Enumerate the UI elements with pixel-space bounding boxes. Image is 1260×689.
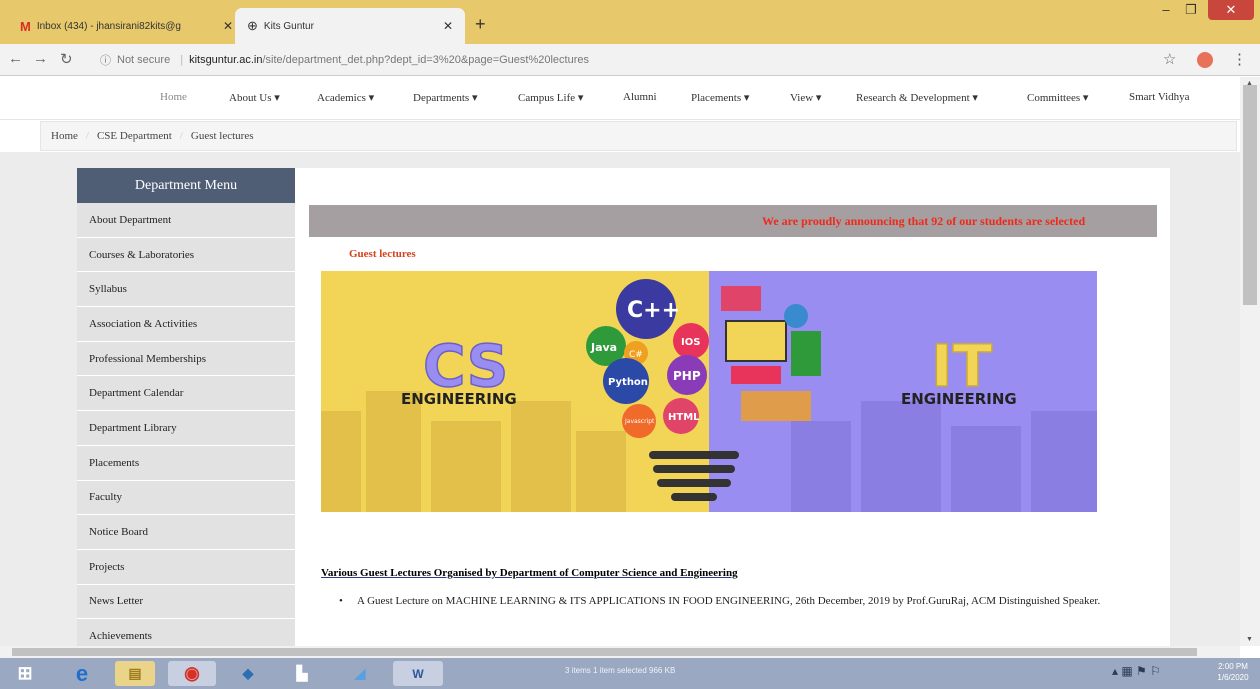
banner-left-engineering: ENGINEERING [401,390,517,408]
site-navbar: Home About Us ▾ Academics ▾ Departments … [0,77,1240,120]
nav-alumni[interactable]: Alumni [623,91,657,103]
java-label: Java [590,341,617,354]
csharp-label: C# [629,350,643,360]
sidebar-item-courses-laboratories[interactable]: Courses & Laboratories [77,237,295,273]
minimize-button[interactable]: – [1155,0,1177,20]
internet-explorer-icon[interactable]: e [62,661,102,686]
sidebar-item-syllabus[interactable]: Syllabus [77,272,295,308]
sidebar-item-placements[interactable]: Placements [77,445,295,481]
horizontal-scrollbar[interactable] [0,646,1240,658]
sidebar-item-professional-memberships[interactable]: Professional Memberships [77,341,295,377]
maximize-button[interactable]: ❐ [1180,0,1202,20]
clock-time: 2:00 PM [1218,662,1248,671]
sidebar-item-faculty[interactable]: Faculty [77,480,295,516]
javascript-label: Javascript [624,418,655,425]
announcement-marquee: We are proudly announcing that 92 of our… [309,205,1157,237]
nav-smart-vidhya[interactable]: Smart Vidhya [1129,91,1190,103]
document-app-icon[interactable]: ▙ [282,661,322,686]
nav-view[interactable]: View ▾ [790,91,821,104]
chrome-icon[interactable]: ◉ [168,661,216,686]
sidebar-item-association-activities[interactable]: Association & Activities [77,307,295,342]
html-label: HTML [668,412,700,423]
section-title: Various Guest Lectures Organised by Depa… [321,567,738,579]
lecture-text: A Guest Lecture on MACHINE LEARNING & IT… [357,595,1101,607]
sidebar-item-projects[interactable]: Projects [77,549,295,585]
nav-about-us[interactable]: About Us ▾ [229,91,280,104]
sidebar-item-department-calendar[interactable]: Department Calendar [77,376,295,412]
close-window-button[interactable]: ✕ [1208,0,1254,20]
tab-kits-guntur[interactable]: ⊕ Kits Guntur ✕ [235,8,465,44]
url-path: /site/department_det.php?dept_id=3%20&pa… [262,54,590,66]
browser-tab-strip: M Inbox (434) - jhansirani82kits@g ✕ ⊕ K… [0,0,1260,44]
url-field[interactable]: ⓘ Not secure | kitsguntur.ac.in /site/de… [100,48,1190,72]
breadcrumb-current: Guest lectures [190,130,254,142]
file-explorer-icon[interactable]: ▤ [115,661,155,686]
info-icon[interactable]: ⓘ [100,52,111,68]
sidebar-item-notice-board[interactable]: Notice Board [77,515,295,550]
tab-kits-label: Kits Guntur [263,20,314,32]
clock-date: 1/6/2020 [1217,673,1249,682]
banner-right-engineering: ENGINEERING [901,390,1017,408]
clock[interactable]: 2:00 PM 1/6/2020 [1212,661,1254,683]
network-app-icon[interactable]: ◆ [228,661,268,686]
department-menu-title: Department Menu [77,168,295,203]
tab-gmail[interactable]: M Inbox (434) - jhansirani82kits@g ✕ [20,8,245,44]
department-menu: Department Menu About Department Courses… [77,168,295,654]
nav-departments[interactable]: Departments ▾ [413,91,477,104]
lecture-list-item: • A Guest Lecture on MACHINE LEARNING & … [339,592,1135,611]
menu-kebab-icon[interactable]: ⋮ [1232,50,1247,68]
globe-icon: ⊕ [247,18,258,33]
breadcrumb-home[interactable]: Home [51,130,78,142]
nav-research-development[interactable]: Research & Development ▾ [856,91,978,104]
tab-kits-close-icon[interactable]: ✕ [443,19,453,33]
not-secure-label: Not secure [117,54,171,66]
vertical-scroll-thumb[interactable] [1243,85,1257,305]
profile-avatar[interactable] [1197,52,1213,68]
word-icon[interactable]: W [393,661,443,686]
bookmark-star-icon[interactable]: ☆ [1163,50,1176,68]
gmail-icon: M [20,18,31,34]
paint-app-icon[interactable]: ◢ [340,661,380,686]
new-tab-button[interactable]: + [475,14,486,35]
nav-campus-life[interactable]: Campus Life ▾ [518,91,583,104]
reload-icon[interactable]: ↻ [60,50,73,68]
bullet-icon: • [339,595,343,607]
system-tray[interactable]: ▴ ▦ ⚑ ⚐ [1112,664,1161,678]
python-label: Python [608,377,648,388]
address-bar: ← → ↻ ⓘ Not secure | kitsguntur.ac.in /s… [0,44,1260,76]
breadcrumb-separator: / [85,130,89,142]
nav-placements[interactable]: Placements ▾ [691,91,749,104]
sidebar-item-about-department[interactable]: About Department [77,203,295,238]
forward-arrow-icon[interactable]: → [33,50,48,67]
sidebar-item-news-letter[interactable]: News Letter [77,584,295,620]
vertical-scrollbar[interactable]: ▲ ▼ [1240,77,1260,646]
guest-lectures-heading: Guest lectures [349,248,416,260]
breadcrumb: Home / CSE Department / Guest lectures [40,121,1237,151]
scroll-down-icon[interactable]: ▼ [1246,635,1253,643]
sidebar-item-department-library[interactable]: Department Library [77,411,295,446]
nav-home[interactable]: Home [160,91,187,103]
taskbar: ⊞ e ▤ ◉ ◆ ▙ ◢ W 3 items 1 item selected … [0,658,1260,689]
url-separator: | [180,54,184,66]
tab-gmail-close-icon[interactable]: ✕ [223,19,233,33]
url-host: kitsguntur.ac.in [189,54,263,66]
nav-committees[interactable]: Committees ▾ [1027,91,1088,104]
breadcrumb-cse-department[interactable]: CSE Department [97,130,172,142]
cs-it-engineering-banner: CS ENGINEERING IT ENGINEERING C++ Java C… [321,271,1097,512]
start-windows-icon[interactable]: ⊞ [8,661,42,686]
breadcrumb-separator: / [179,130,183,142]
explorer-status-text: 3 items 1 item selected 966 KB [565,666,676,675]
back-arrow-icon[interactable]: ← [8,50,23,67]
cpp-label: C++ [627,298,680,323]
nav-academics[interactable]: Academics ▾ [317,91,374,104]
tab-gmail-label: Inbox (434) - jhansirani82kits@g [36,20,181,32]
horizontal-scroll-thumb[interactable] [12,648,1197,656]
php-label: PHP [673,369,701,383]
announcement-text: We are proudly announcing that 92 of our… [762,214,1086,228]
ios-label: IOS [681,337,700,348]
